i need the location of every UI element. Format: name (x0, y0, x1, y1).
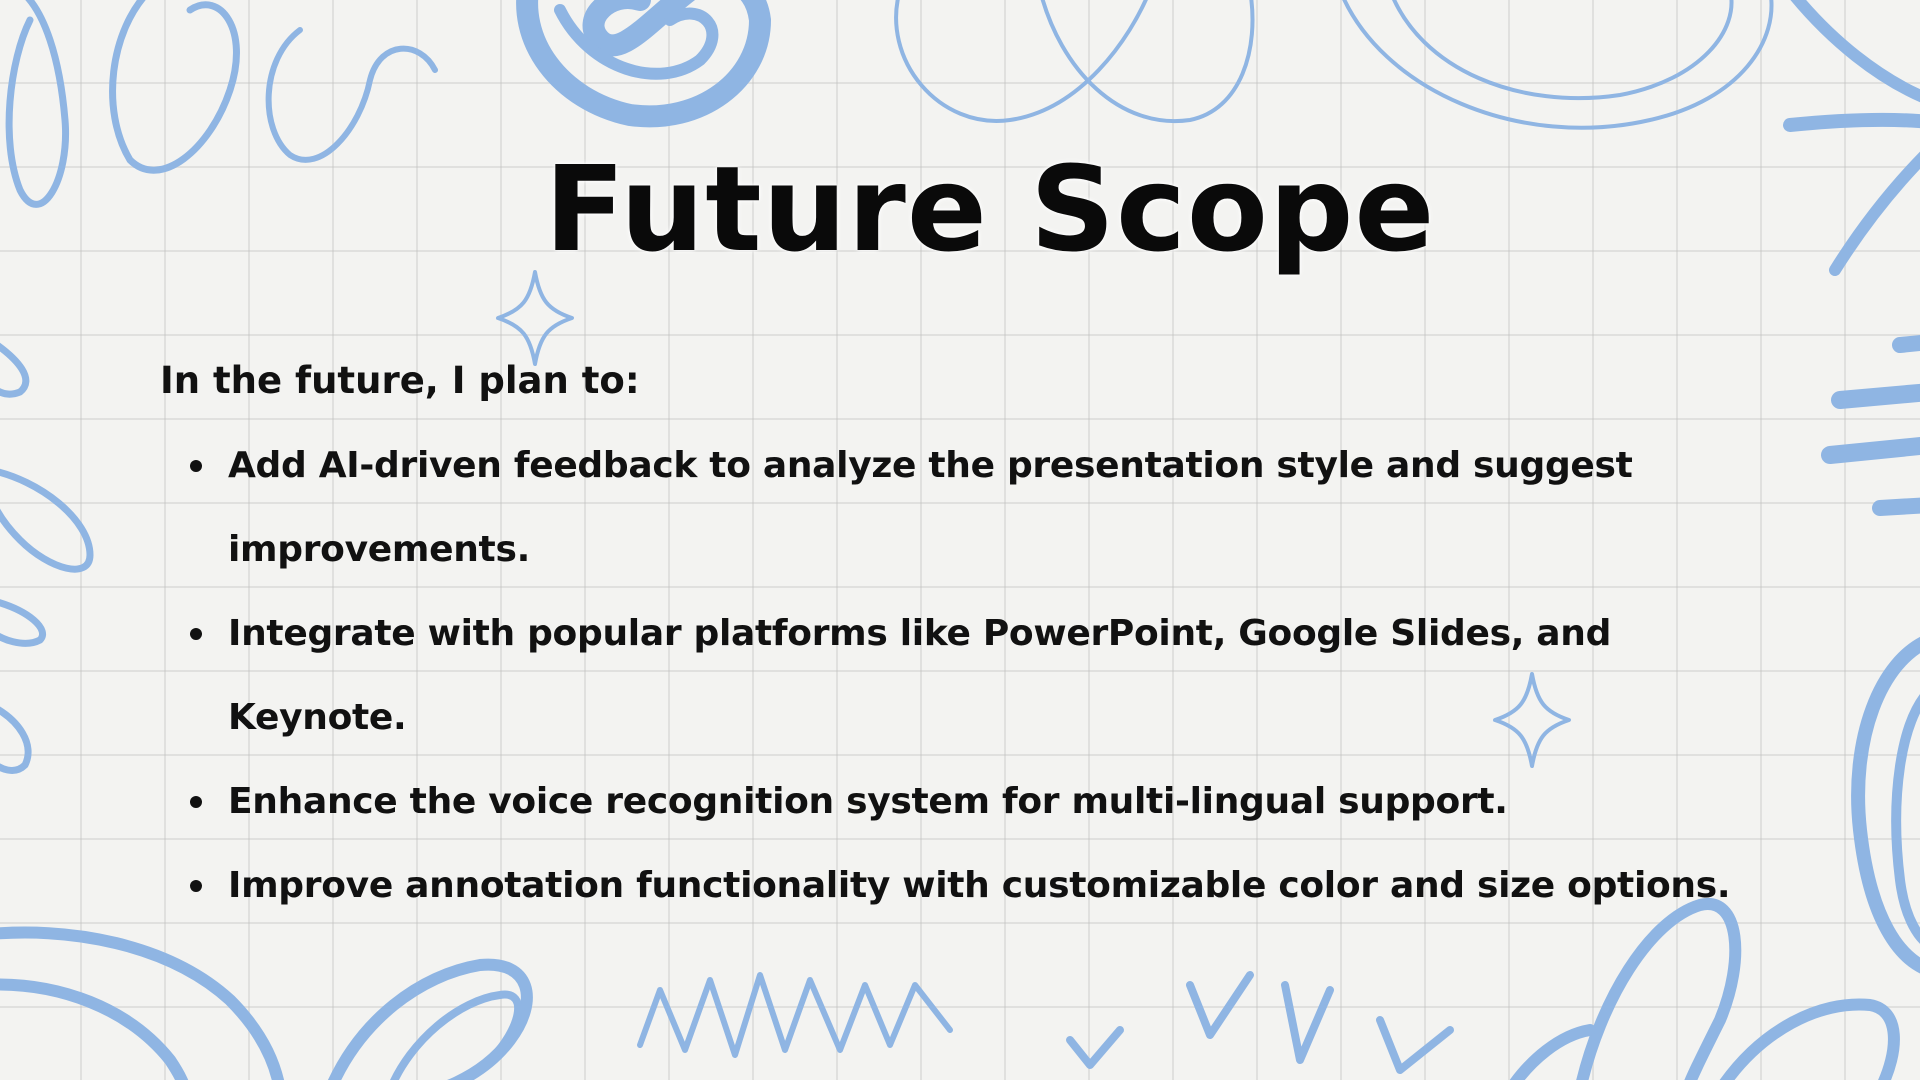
sparkle-icon (496, 270, 574, 366)
bullet-text: Improve annotation functionality with cu… (228, 865, 1731, 906)
bullet-item: Improve annotation functionality with cu… (190, 844, 1800, 928)
doodle-stroke-right-4 (1872, 497, 1920, 516)
bullet-dot-icon (190, 460, 202, 472)
doodle-loop-left-2 (0, 468, 94, 573)
doodle-arrow-right (1790, 0, 1920, 103)
doodle-stroke-right-3 (1821, 436, 1920, 464)
bullet-dot-icon (190, 628, 202, 640)
bullet-list: Add AI-driven feedback to analyze the pr… (160, 424, 1800, 928)
bullet-text: Integrate with popular platforms like Po… (228, 613, 1612, 738)
doodle-loop-top-right-2 (1392, 0, 1734, 100)
doodle-check-2 (1186, 971, 1254, 1039)
doodle-stroke-right-1 (1892, 334, 1920, 353)
doodle-zigzag-bottom (637, 972, 953, 1058)
doodle-loop-left-1 (0, 342, 30, 398)
bullet-text: Enhance the voice recognition system for… (228, 781, 1508, 822)
doodle-check-3 (1281, 981, 1334, 1064)
bullet-item: Integrate with popular platforms like Po… (190, 592, 1800, 760)
doodle-scribble-bottom-left-2 (390, 990, 522, 1080)
doodle-check-4 (1376, 1016, 1454, 1074)
doodle-loop-bottom-right-2 (1509, 1024, 1596, 1080)
slide-title: Future Scope (544, 140, 1436, 278)
doodle-scribble-bottom-left (328, 958, 533, 1080)
bullet-item: Enhance the voice recognition system for… (190, 760, 1800, 844)
intro-text: In the future, I plan to: (160, 359, 640, 402)
doodle-loop-left-3 (0, 599, 46, 647)
doodle-arrow-right-2 (1783, 112, 1920, 132)
doodle-loop-left-4 (0, 706, 32, 774)
doodle-loop-bottom-right-3 (1719, 998, 1900, 1080)
doodle-scribble-right-2 (1891, 694, 1920, 944)
doodle-arc-bottom-left (0, 926, 285, 1080)
bullet-text: Add AI-driven feedback to analyze the pr… (228, 445, 1633, 570)
doodle-stroke-right-2 (1831, 383, 1920, 409)
doodle-arc-bottom-left-2 (0, 978, 189, 1080)
doodle-loop-bottom-right (1576, 898, 1742, 1080)
bullet-item: Add AI-driven feedback to analyze the pr… (190, 424, 1800, 592)
bullet-dot-icon (190, 796, 202, 808)
doodle-check-1 (1066, 1026, 1124, 1069)
bullet-dot-icon (190, 880, 202, 892)
doodle-loop-top-middle-2 (1040, 0, 1255, 124)
slide-content: In the future, I plan to: Add AI-driven … (160, 356, 1800, 928)
